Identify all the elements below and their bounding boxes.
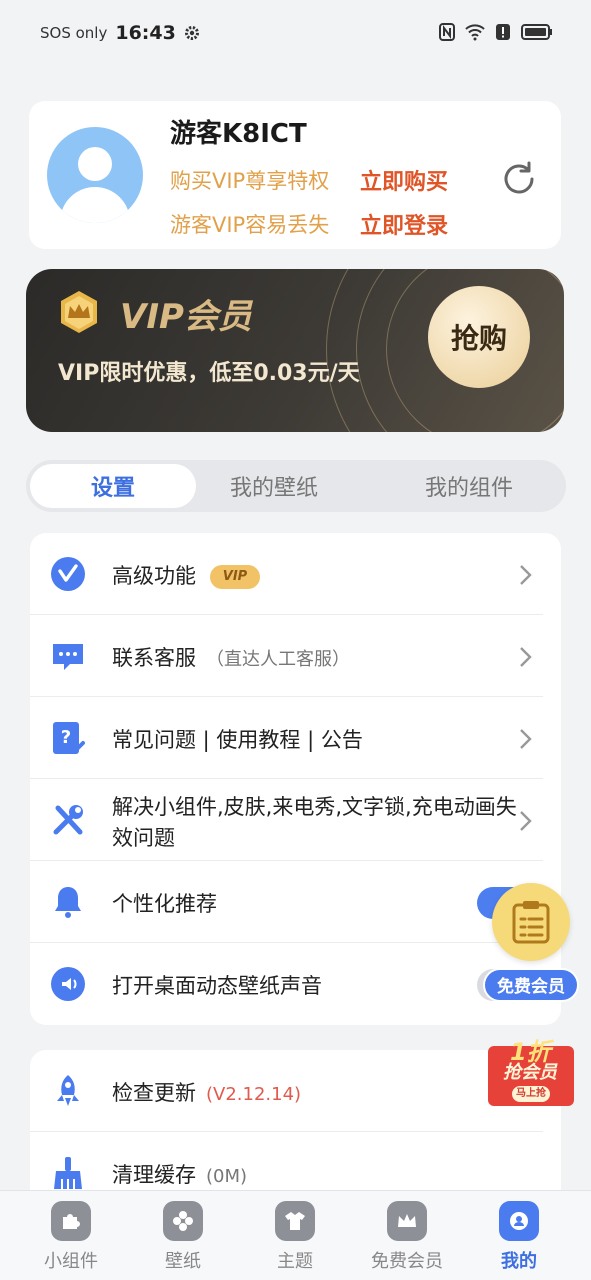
tab-my-widgets[interactable]: 我的组件: [386, 460, 552, 512]
settings-row-advanced[interactable]: 高级功能 VIP: [30, 533, 561, 615]
settings-row-label: 解决小组件,皮肤,来电秀,文字锁,充电动画失效问题: [112, 795, 517, 850]
crown-icon: [61, 291, 97, 333]
vip-badge: VIP: [210, 565, 260, 589]
nav-label: 小组件: [44, 1251, 98, 1272]
bottom-nav: 小组件 壁纸 主题 免费会员 我的: [0, 1190, 591, 1280]
person-icon: [499, 1201, 539, 1241]
nfc-icon: [439, 23, 455, 41]
settings-row-support[interactable]: 联系客服 （直达人工客服）: [30, 615, 561, 697]
settings-row-faq[interactable]: ? 常见问题 | 使用教程 | 公告: [30, 697, 561, 779]
nav-widgets[interactable]: 小组件: [21, 1201, 121, 1273]
settings-row-label: 打开桌面动态壁纸声音: [112, 974, 322, 998]
shirt-icon: [275, 1201, 315, 1241]
login-now-link[interactable]: 立即登录: [360, 208, 448, 240]
broom-icon: [54, 1157, 82, 1189]
settings-row-label: 高级功能 VIP: [112, 560, 260, 590]
chevron-right-icon: [520, 647, 532, 667]
free-vip-float-button[interactable]: [492, 883, 570, 961]
sos-indicator: SOS only: [40, 24, 108, 42]
nav-themes[interactable]: 主题: [245, 1201, 345, 1273]
username: 游客K8ICT: [170, 119, 307, 149]
v-logo-icon: [51, 557, 85, 591]
sound-icon: [51, 967, 85, 1001]
vip-banner[interactable]: VIP会员 VIP限时优惠，低至0.03元/天 抢购: [26, 269, 564, 432]
support-hint: （直达人工客服）: [206, 649, 350, 670]
gear-icon: [184, 26, 199, 40]
settings-card: 高级功能 VIP 联系客服 （直达人工客服） ? 常见问题 | 使用教程 | 公告 …: [30, 533, 561, 1025]
settings-row-recommend: 个性化推荐: [30, 861, 561, 943]
crown-icon: [387, 1201, 427, 1241]
settings-row-label: 常见问题 | 使用教程 | 公告: [112, 728, 363, 752]
tools-icon: [53, 805, 83, 835]
vip-title: VIP会员: [120, 297, 252, 337]
vip-subtitle: VIP限时优惠，低至0.03元/天: [58, 361, 360, 386]
help-doc-icon: ?: [53, 722, 85, 754]
nav-me[interactable]: 我的: [469, 1201, 569, 1273]
cache-size-text: (0M): [206, 1166, 248, 1187]
chevron-right-icon: [520, 565, 532, 585]
profile-card: 游客K8ICT 购买VIP尊享特权 立即购买 游客VIP容易丢失 立即登录: [29, 101, 561, 249]
nav-label: 壁纸: [165, 1251, 201, 1272]
flower-icon: [163, 1201, 203, 1241]
status-right: [437, 22, 553, 42]
status-left: SOS only 16:43: [40, 22, 200, 44]
free-vip-float-label[interactable]: 免费会员: [483, 968, 579, 1002]
chevron-right-icon: [520, 811, 532, 831]
promo-subtitle: 马上抢: [512, 1086, 550, 1102]
bell-icon: [55, 887, 81, 918]
wifi-icon: [465, 24, 485, 41]
rocket-icon: [57, 1075, 79, 1106]
svg-text:?: ?: [61, 727, 71, 748]
vip-promo-text: 购买VIP尊享特权: [170, 169, 330, 193]
nav-label: 我的: [501, 1251, 537, 1272]
tab-my-wallpapers[interactable]: 我的壁纸: [196, 460, 352, 512]
settings-row-label: 清理缓存 (0M): [112, 1163, 248, 1187]
settings-row-sound: 打开桌面动态壁纸声音: [30, 943, 561, 1025]
guest-warning-text: 游客VIP容易丢失: [170, 213, 330, 237]
tab-bar: 设置 我的壁纸 我的组件: [26, 460, 566, 512]
settings-row-label: 检查更新 (V2.12.14): [112, 1081, 302, 1105]
chevron-right-icon: [520, 729, 532, 749]
version-text: (V2.12.14): [206, 1084, 302, 1105]
tab-settings[interactable]: 设置: [30, 464, 196, 508]
settings-row-fix[interactable]: 解决小组件,皮肤,来电秀,文字锁,充电动画失效问题: [30, 779, 561, 861]
puzzle-icon: [51, 1201, 91, 1241]
grab-button[interactable]: 抢购: [428, 286, 530, 388]
settings-row-label: 联系客服 （直达人工客服）: [112, 646, 350, 670]
clock: 16:43: [115, 22, 176, 44]
refresh-icon[interactable]: [499, 159, 539, 199]
nav-free-vip[interactable]: 免费会员: [357, 1201, 457, 1273]
avatar[interactable]: [47, 127, 143, 223]
settings-row-label: 个性化推荐: [112, 892, 217, 916]
chat-icon: [53, 644, 83, 670]
alert-icon: [496, 24, 510, 40]
promo-title: 抢会员: [503, 1062, 557, 1083]
battery-icon: [521, 24, 552, 40]
nav-wallpapers[interactable]: 壁纸: [133, 1201, 233, 1273]
nav-label: 主题: [277, 1251, 313, 1272]
buy-now-link[interactable]: 立即购买: [360, 164, 448, 196]
task-list-icon: [512, 901, 550, 944]
status-bar: SOS only 16:43: [0, 0, 591, 66]
promo-badge[interactable]: 1折 抢会员 马上抢: [482, 1028, 578, 1110]
nav-label: 免费会员: [371, 1251, 443, 1272]
